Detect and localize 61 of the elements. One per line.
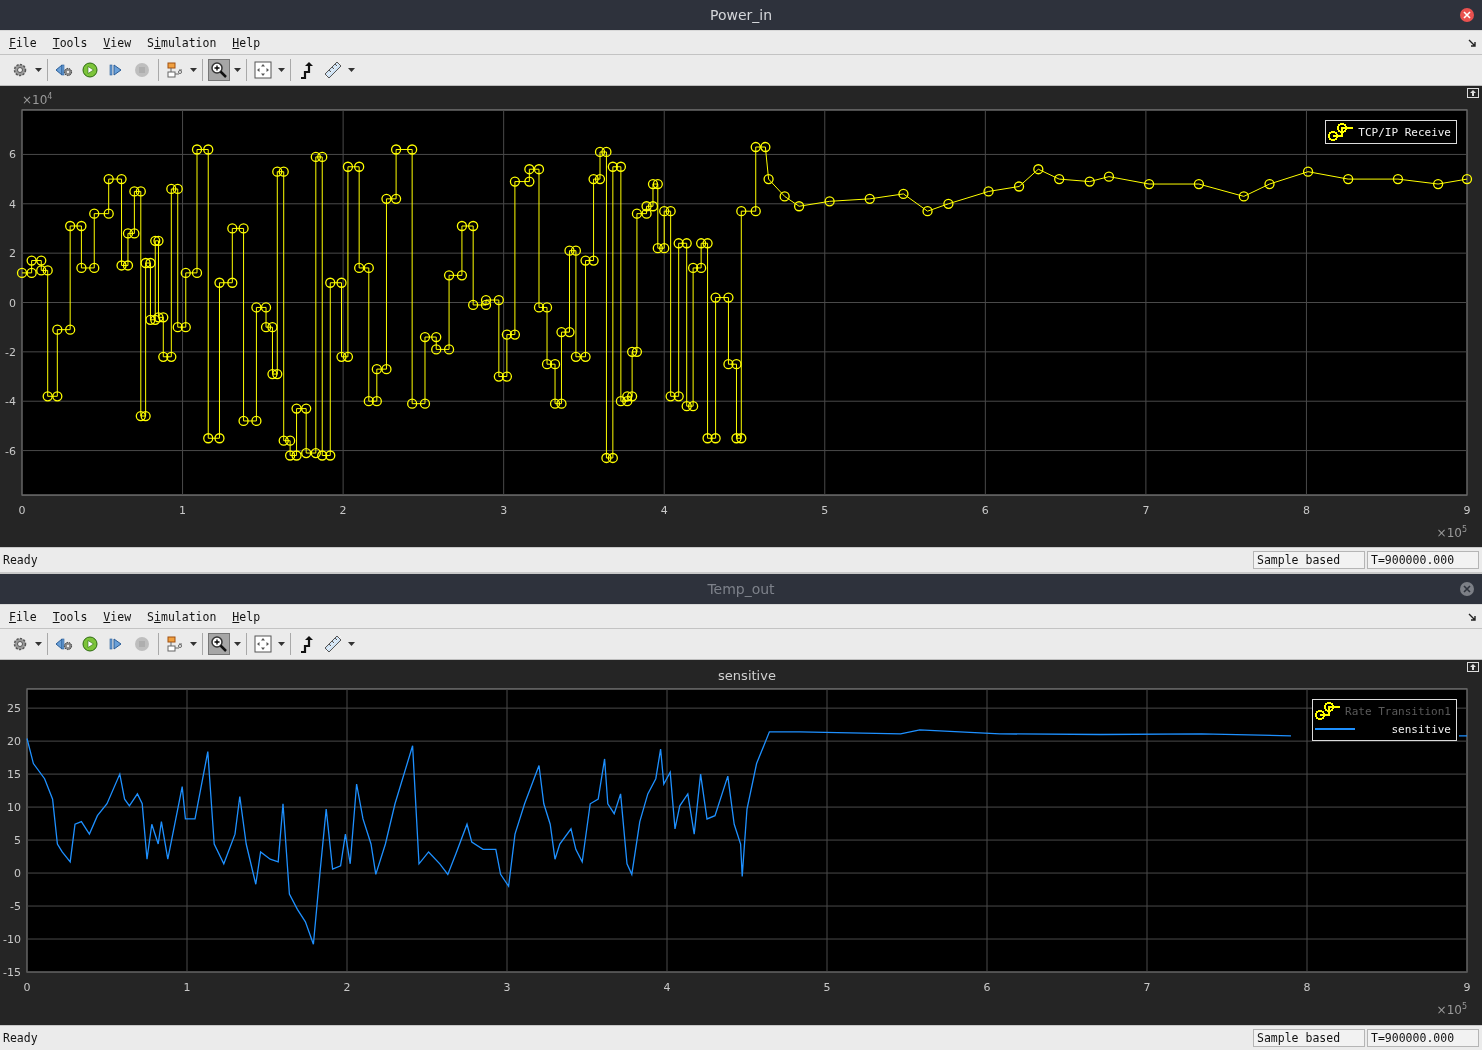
y-tick-label: 15 [7, 768, 21, 782]
x-tick-label: 1 [179, 504, 187, 517]
menu-item[interactable]: Help [232, 609, 261, 624]
legend-label: TCP/IP Receive [1358, 125, 1451, 139]
menu-item[interactable]: File [9, 609, 37, 624]
legend-label: Rate Transition1 [1345, 704, 1451, 718]
x-tick-label: 1 [183, 981, 191, 994]
window-title: Temp_out [707, 581, 775, 597]
y-tick-label: 25 [7, 702, 21, 716]
menu-item[interactable]: Simulation [147, 35, 217, 50]
x-tick-label: 4 [660, 504, 668, 517]
x-tick-label: 4 [663, 981, 671, 994]
y-tick-label: 4 [9, 197, 16, 211]
status-field: T=900000.000 [1367, 551, 1479, 569]
x-tick-label: 5 [823, 981, 831, 994]
y-tick-label: -4 [5, 395, 16, 409]
status-text: Ready [3, 1031, 39, 1045]
x-tick-label: 3 [500, 504, 508, 517]
chart-title: sensitive [718, 668, 776, 683]
status-field: T=900000.000 [1367, 1029, 1479, 1047]
y-tick-label: 5 [14, 834, 21, 848]
y-tick-label: 0 [14, 867, 21, 881]
x-tick-label: 8 [1303, 981, 1311, 994]
x-tick-label: 2 [343, 981, 351, 994]
menu-item[interactable]: Tools [52, 35, 88, 50]
x-tick-label: 3 [503, 981, 511, 994]
x-tick-label: 9 [1463, 504, 1471, 517]
axis-multiplier: ×10$^{5}$ [1436, 525, 1467, 540]
y-tick-label: 2 [9, 247, 16, 261]
x-tick-label: 2 [339, 504, 347, 517]
menu-item[interactable]: View [103, 35, 132, 50]
axis-multiplier: ×10$^{4}$ [22, 92, 53, 107]
y-tick-label: 10 [7, 801, 21, 815]
x-tick-label: 6 [983, 981, 991, 994]
status-text: Ready [3, 553, 39, 567]
menu-item[interactable]: Tools [52, 609, 88, 624]
menu-item[interactable]: Simulation [147, 609, 217, 624]
y-tick-label: -15 [3, 966, 21, 979]
x-tick-label: 0 [23, 981, 31, 994]
x-tick-label: 7 [1142, 504, 1150, 517]
y-tick-label: -10 [3, 933, 21, 946]
y-tick-label: -2 [5, 345, 16, 359]
y-tick-label: -5 [10, 900, 21, 914]
y-tick-label: -6 [5, 444, 16, 458]
y-tick-label: 6 [9, 148, 16, 162]
y-tick-label: 20 [7, 735, 21, 749]
menu-item[interactable]: File [9, 35, 37, 50]
status-field: Sample based [1253, 551, 1365, 569]
menu-item[interactable]: Help [232, 35, 261, 50]
status-field: Sample based [1253, 1029, 1365, 1047]
axis-multiplier: ×10$^{5}$ [1436, 1002, 1467, 1017]
menu-item[interactable]: View [103, 609, 132, 624]
x-tick-label: 7 [1143, 981, 1151, 994]
x-tick-label: 5 [821, 504, 829, 517]
x-tick-label: 9 [1463, 981, 1471, 994]
x-tick-label: 8 [1302, 504, 1310, 517]
x-tick-label: 0 [18, 504, 26, 517]
legend-label: sensitive [1390, 722, 1451, 736]
x-tick-label: 6 [981, 504, 989, 517]
window-title: Power_in [709, 7, 773, 23]
y-tick-label: 0 [9, 296, 16, 310]
